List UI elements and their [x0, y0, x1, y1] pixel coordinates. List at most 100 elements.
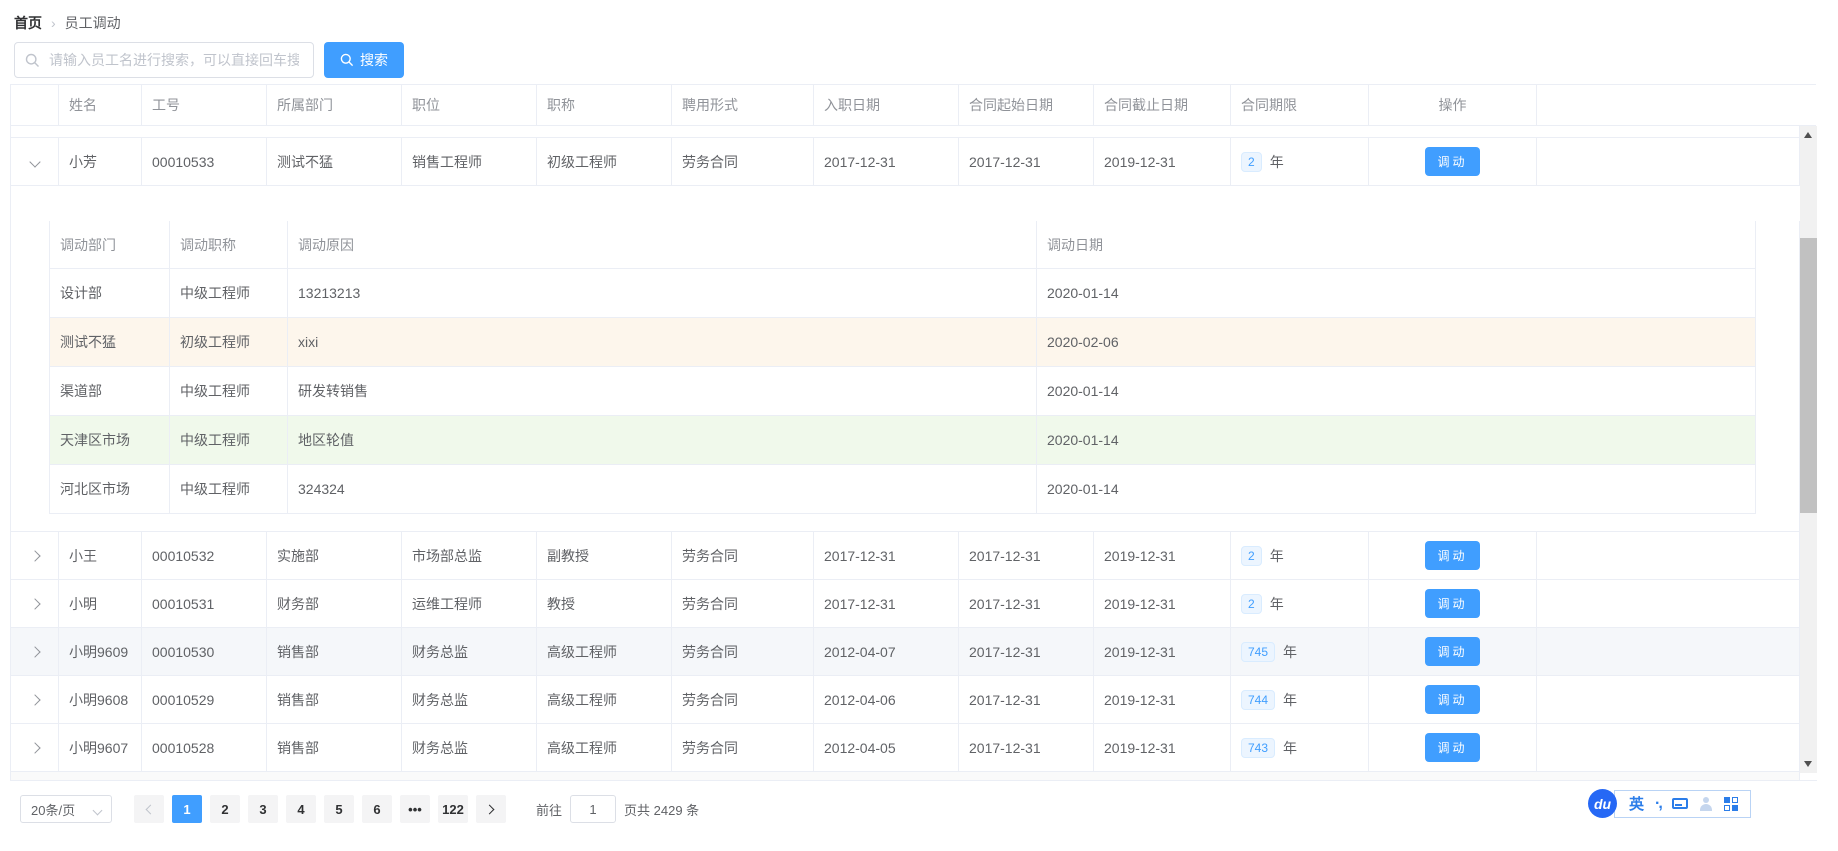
cell-contract-start: 2017-12-31: [959, 724, 1094, 771]
more-pages-button[interactable]: •••: [400, 795, 430, 823]
expand-row-icon[interactable]: [28, 549, 41, 562]
transfer-button[interactable]: 调动: [1425, 147, 1480, 176]
term-unit: 年: [1269, 595, 1284, 612]
header-id: 工号: [142, 85, 267, 125]
expand-row-icon[interactable]: [28, 693, 41, 706]
scrollbar-thumb[interactable]: [1800, 238, 1817, 513]
cell-position: 运维工程师: [402, 580, 537, 627]
cell-position: 财务总监: [402, 628, 537, 675]
cell-dept: 财务部: [267, 580, 402, 627]
employee-table: 姓名 工号 所属部门 职位 职称 聘用形式 入职日期 合同起始日期 合同截止日期…: [10, 84, 1817, 781]
header-expand: [11, 85, 59, 125]
term-badge: 2: [1241, 593, 1262, 614]
subcell-dept: 渠道部: [50, 367, 170, 415]
cell-id: 00010529: [142, 676, 267, 723]
cell-contract-end: 2019-12-31: [1094, 532, 1231, 579]
search-box: [14, 42, 314, 78]
scroll-down-icon[interactable]: [1804, 761, 1812, 767]
cell-type: 劳务合同: [672, 676, 814, 723]
ime-user-icon[interactable]: [1699, 796, 1713, 811]
cell-hire-date: 2017-12-31: [814, 532, 959, 579]
search-input[interactable]: [47, 51, 301, 69]
table-row[interactable]: 小王 00010532 实施部 市场部总监 副教授 劳务合同 2017-12-3…: [11, 532, 1800, 580]
cell-hire-date: 2017-12-31: [814, 580, 959, 627]
cell-name: 小芳: [59, 138, 142, 185]
cell-id: 00010533: [142, 138, 267, 185]
table-row[interactable]: 小明 00010531 财务部 运维工程师 教授 劳务合同 2017-12-31…: [11, 580, 1800, 628]
prev-page-button[interactable]: [134, 795, 164, 823]
cell-type: 劳务合同: [672, 138, 814, 185]
table-row[interactable]: 小明9607 00010528 销售部 财务总监 高级工程师 劳务合同 2012…: [11, 724, 1800, 772]
ime-language-mode-icon[interactable]: 英: [1629, 793, 1644, 814]
ime-toolbar: 英 ·,: [1614, 789, 1751, 818]
breadcrumb-current: 员工调动: [64, 15, 121, 31]
transfer-button[interactable]: 调动: [1425, 733, 1480, 762]
transfer-button[interactable]: 调动: [1425, 589, 1480, 618]
search-button[interactable]: 搜索: [324, 42, 404, 78]
transfer-button[interactable]: 调动: [1425, 685, 1480, 714]
cell-id: 00010530: [142, 628, 267, 675]
cell-position: 销售工程师: [402, 138, 537, 185]
page-button[interactable]: 1: [172, 795, 202, 823]
subtable-row: 设计部 中级工程师 13213213 2020-01-14: [50, 269, 1756, 318]
expand-row-icon[interactable]: [28, 597, 41, 610]
subtable-row: 渠道部 中级工程师 研发转销售 2020-01-14: [50, 367, 1756, 416]
header-hire-date: 入职日期: [814, 85, 959, 125]
cell-contract-end: 2019-12-31: [1094, 628, 1231, 675]
header-title: 职称: [537, 85, 672, 125]
search-icon: [25, 53, 39, 67]
subcell-date: 2020-02-06: [1037, 318, 1756, 366]
collapse-row-icon[interactable]: [28, 155, 41, 168]
cell-position: 市场部总监: [402, 532, 537, 579]
expand-row-icon[interactable]: [28, 645, 41, 658]
table-scrollbar[interactable]: [1800, 126, 1817, 773]
subcell-title: 中级工程师: [170, 269, 288, 317]
cell-id: 00010532: [142, 532, 267, 579]
page-button[interactable]: 5: [324, 795, 354, 823]
ime-grid-icon[interactable]: [1723, 796, 1738, 811]
term-unit: 年: [1283, 739, 1298, 756]
page-button[interactable]: 6: [362, 795, 392, 823]
transfer-button[interactable]: 调动: [1425, 541, 1480, 570]
subcell-date: 2020-01-14: [1037, 465, 1756, 513]
expand-row-icon[interactable]: [28, 741, 41, 754]
page-button[interactable]: 122: [438, 795, 468, 823]
header-type: 聘用形式: [672, 85, 814, 125]
expanded-row-detail: 调动部门 调动职称 调动原因 调动日期 设计部 中级工程师 13213213 2…: [11, 221, 1800, 532]
subcell-reason: 324324: [288, 465, 1037, 513]
pagination: 20条/页 1 2 3 4 5 6 ••• 122 前往 页共 2429 条: [20, 795, 1838, 823]
page-size-select[interactable]: 20条/页: [20, 795, 112, 823]
search-button-label: 搜索: [360, 52, 388, 68]
baidu-ime-logo[interactable]: du: [1588, 789, 1617, 818]
subheader-reason: 调动原因: [288, 221, 1037, 268]
table-row[interactable]: 小明9609 00010530 销售部 财务总监 高级工程师 劳务合同 2012…: [11, 628, 1800, 676]
total-count-label: 页共 2429 条: [624, 802, 700, 818]
chevron-left-icon: [145, 804, 156, 814]
cell-contract-start: 2017-12-31: [959, 138, 1094, 185]
cell-title: 高级工程师: [537, 724, 672, 771]
term-unit: 年: [1269, 153, 1284, 170]
header-position: 职位: [402, 85, 537, 125]
page-button[interactable]: 3: [248, 795, 278, 823]
cell-type: 劳务合同: [672, 580, 814, 627]
header-name: 姓名: [59, 85, 142, 125]
search-button-icon: [340, 53, 354, 67]
partial-row-bottom: [11, 772, 1800, 780]
chevron-down-icon: [92, 805, 103, 816]
table-row[interactable]: 小芳 00010533 测试不猛 销售工程师 初级工程师 劳务合同 2017-1…: [11, 138, 1800, 186]
breadcrumb-home[interactable]: 首页: [14, 13, 42, 33]
transfer-button[interactable]: 调动: [1425, 637, 1480, 666]
page-button[interactable]: 2: [210, 795, 240, 823]
subheader-date: 调动日期: [1037, 221, 1756, 268]
ime-punctuation-icon[interactable]: ·,: [1655, 795, 1663, 813]
scroll-up-icon[interactable]: [1804, 132, 1812, 138]
goto-page-input[interactable]: [570, 795, 617, 823]
cell-name: 小明9608: [59, 676, 142, 723]
next-page-button[interactable]: [476, 795, 506, 823]
ime-keyboard-icon[interactable]: [1671, 798, 1688, 809]
page-button[interactable]: 4: [286, 795, 316, 823]
table-row[interactable]: 小明9608 00010529 销售部 财务总监 高级工程师 劳务合同 2012…: [11, 676, 1800, 724]
subcell-reason: 地区轮值: [288, 416, 1037, 464]
subcell-date: 2020-01-14: [1037, 367, 1756, 415]
cell-dept: 销售部: [267, 676, 402, 723]
